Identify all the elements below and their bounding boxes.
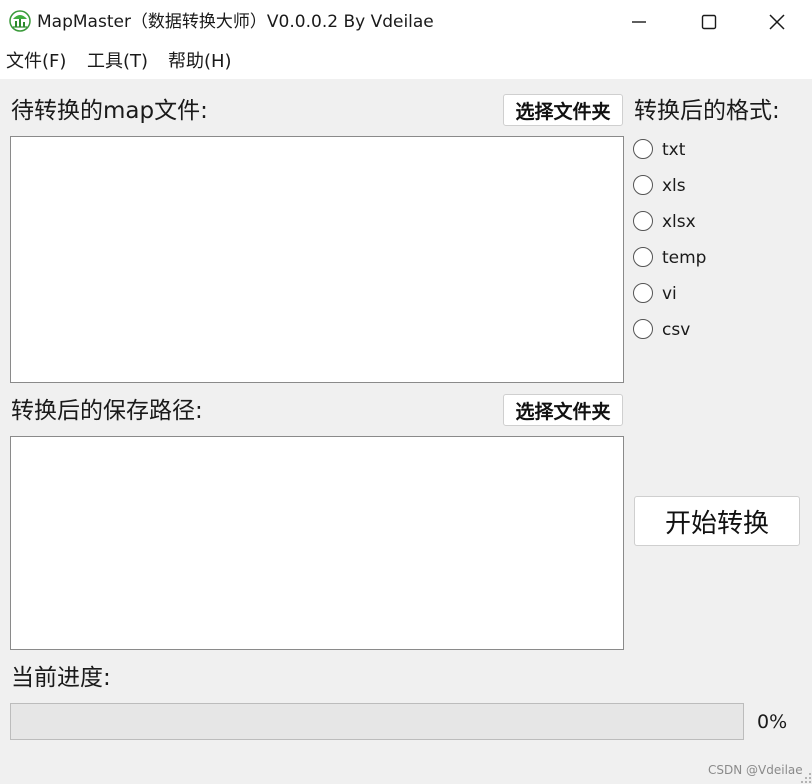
radio-label: csv xyxy=(662,320,691,340)
format-label: 转换后的格式: xyxy=(634,98,780,124)
progress-label: 当前进度: xyxy=(11,665,111,691)
menu-file[interactable]: 文件(F) xyxy=(6,51,66,73)
maximize-button[interactable] xyxy=(674,0,744,43)
resize-grip-icon[interactable] xyxy=(800,772,812,784)
watermark-text: CSDN @Vdeilae xyxy=(708,763,803,777)
radio-label: temp xyxy=(662,248,707,268)
progress-percent: 0% xyxy=(757,711,788,733)
radio-button[interactable] xyxy=(633,283,653,303)
source-files-textarea[interactable] xyxy=(10,136,624,383)
source-label: 待转换的map文件: xyxy=(11,98,208,124)
radio-button[interactable] xyxy=(633,247,653,267)
start-convert-button[interactable]: 开始转换 xyxy=(634,496,800,546)
minimize-icon xyxy=(632,20,646,23)
minimize-button[interactable] xyxy=(604,0,674,43)
radio-button[interactable] xyxy=(633,139,653,159)
target-path-textarea[interactable] xyxy=(10,436,624,650)
progress-bar xyxy=(10,703,744,740)
menu-bar: 文件(F) 工具(T) 帮助(H) xyxy=(0,43,812,79)
menu-tools[interactable]: 工具(T) xyxy=(87,51,148,73)
window-title: MapMaster（数据转换大师）V0.0.0.2 By Vdeilae xyxy=(37,12,434,32)
maximize-icon xyxy=(701,14,717,29)
menu-help[interactable]: 帮助(H) xyxy=(168,51,232,73)
close-button[interactable] xyxy=(742,0,812,43)
close-icon xyxy=(769,13,785,30)
app-logo-icon xyxy=(9,10,31,32)
radio-label: vi xyxy=(662,284,677,304)
radio-button[interactable] xyxy=(633,175,653,195)
select-source-folder-button[interactable]: 选择文件夹 xyxy=(503,94,623,126)
title-bar: MapMaster（数据转换大师）V0.0.0.2 By Vdeilae xyxy=(0,0,812,43)
radio-label: txt xyxy=(662,140,686,160)
target-label: 转换后的保存路径: xyxy=(11,398,203,424)
radio-button[interactable] xyxy=(633,211,653,231)
radio-button[interactable] xyxy=(633,319,653,339)
radio-label: xlsx xyxy=(662,212,696,232)
radio-label: xls xyxy=(662,176,686,196)
select-target-folder-button[interactable]: 选择文件夹 xyxy=(503,394,623,426)
